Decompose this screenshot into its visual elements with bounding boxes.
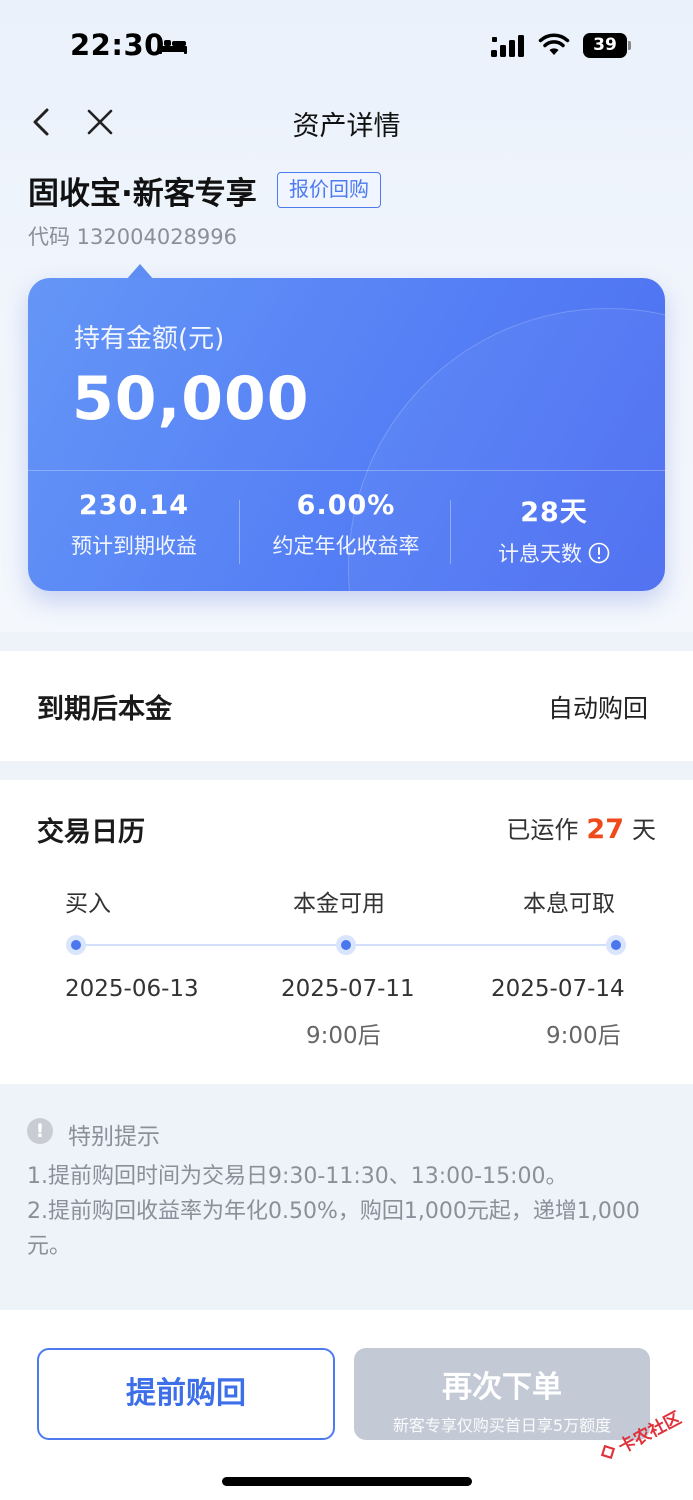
early-redeem-button[interactable]: 提前购回 bbox=[37, 1348, 335, 1440]
battery-icon: 39 bbox=[583, 33, 631, 58]
stat-label-row: 计息天数 bbox=[448, 538, 660, 568]
step-withdraw-name: 本息可取 bbox=[523, 891, 615, 917]
card-divider bbox=[28, 470, 665, 471]
step-buy-name: 买入 bbox=[65, 891, 111, 917]
notice-title: 特别提示 bbox=[68, 1124, 160, 1150]
notice-line: 1.提前购回时间为交易日9:30-11:30、13:00-15:00。 bbox=[27, 1164, 568, 1189]
trading-calendar-section: 交易日历 已运作 27 天 买入 本金可用 本息可取 2025-06-13 2025… bbox=[0, 780, 693, 1084]
watermark-text: 卡农社区 bbox=[615, 1407, 685, 1457]
notice-body: 1.提前购回时间为交易日9:30-11:30、13:00-15:00。 2.提前… bbox=[27, 1159, 672, 1264]
stat-expected-earnings: 230.14 预计到期收益 bbox=[28, 490, 240, 560]
bottom-action-bar: 提前购回 再次下单 新客专享仅购买首日享5万额度 bbox=[0, 1310, 693, 1500]
running-days-count: 27 bbox=[586, 814, 624, 845]
stat-value: 230.14 bbox=[78, 490, 190, 521]
maturity-section: 到期后本金 自动购回 bbox=[0, 651, 693, 761]
status-time: 22:30 bbox=[70, 28, 165, 62]
holding-amount-label: 持有金额(元) bbox=[74, 324, 225, 354]
asset-summary-card: 持有金额(元) 50,000 230.14 预计到期收益 6.00% 约定年化收… bbox=[28, 278, 665, 591]
stat-label: 计息天数 bbox=[498, 542, 582, 566]
running-prefix: 已运作 bbox=[506, 816, 579, 844]
home-indicator bbox=[222, 1477, 472, 1486]
stat-label: 约定年化收益率 bbox=[272, 534, 420, 558]
wifi-icon bbox=[538, 33, 570, 55]
info-icon[interactable] bbox=[588, 542, 610, 564]
step-principal-name: 本金可用 bbox=[293, 891, 385, 917]
step-principal-time: 9:00后 bbox=[306, 1023, 381, 1049]
stat-interest-days[interactable]: 28天 计息天数 bbox=[448, 490, 660, 568]
holding-amount-value: 50,000 bbox=[72, 364, 310, 434]
status-bar: 22:30 39 bbox=[0, 0, 693, 92]
notice-line: 2.提前购回收益率为年化0.50%，购回1,000元起，递增1,000元。 bbox=[27, 1199, 640, 1259]
maturity-label: 到期后本金 bbox=[37, 694, 172, 725]
timeline-dot bbox=[66, 935, 86, 955]
sleep-focus-icon bbox=[159, 38, 187, 54]
stat-annual-rate: 6.00% 约定年化收益率 bbox=[240, 490, 452, 560]
battery-level: 39 bbox=[583, 33, 627, 58]
product-name: 固收宝·新客专享 bbox=[28, 176, 257, 212]
step-principal-date: 2025-07-11 bbox=[281, 976, 415, 1002]
step-buy-date: 2025-06-13 bbox=[65, 976, 199, 1002]
stat-value: 28天 bbox=[520, 497, 588, 528]
timeline-dot bbox=[606, 935, 626, 955]
running-days: 已运作 27 天 bbox=[506, 810, 656, 845]
watermark-logo: 卡农社区 bbox=[600, 1407, 685, 1460]
step-withdraw-time: 9:00后 bbox=[546, 1023, 621, 1049]
special-notice: ! 特别提示 1.提前购回时间为交易日9:30-11:30、13:00-15:0… bbox=[0, 1085, 693, 1310]
stat-value: 6.00% bbox=[296, 490, 396, 521]
product-tag-badge: 报价回购 bbox=[277, 172, 381, 208]
running-suffix: 天 bbox=[632, 816, 656, 844]
step-withdraw-date: 2025-07-14 bbox=[491, 976, 625, 1002]
timeline-dot bbox=[336, 935, 356, 955]
alert-icon: ! bbox=[27, 1118, 53, 1144]
stat-label: 预计到期收益 bbox=[71, 534, 197, 558]
page-title: 资产详情 bbox=[292, 111, 401, 142]
calendar-title: 交易日历 bbox=[37, 817, 145, 848]
maturity-value: 自动购回 bbox=[547, 694, 648, 723]
product-code: 代码 132004028996 bbox=[28, 225, 238, 249]
reorder-label: 再次下单 bbox=[442, 1370, 562, 1405]
cellular-signal-icon bbox=[491, 35, 524, 57]
